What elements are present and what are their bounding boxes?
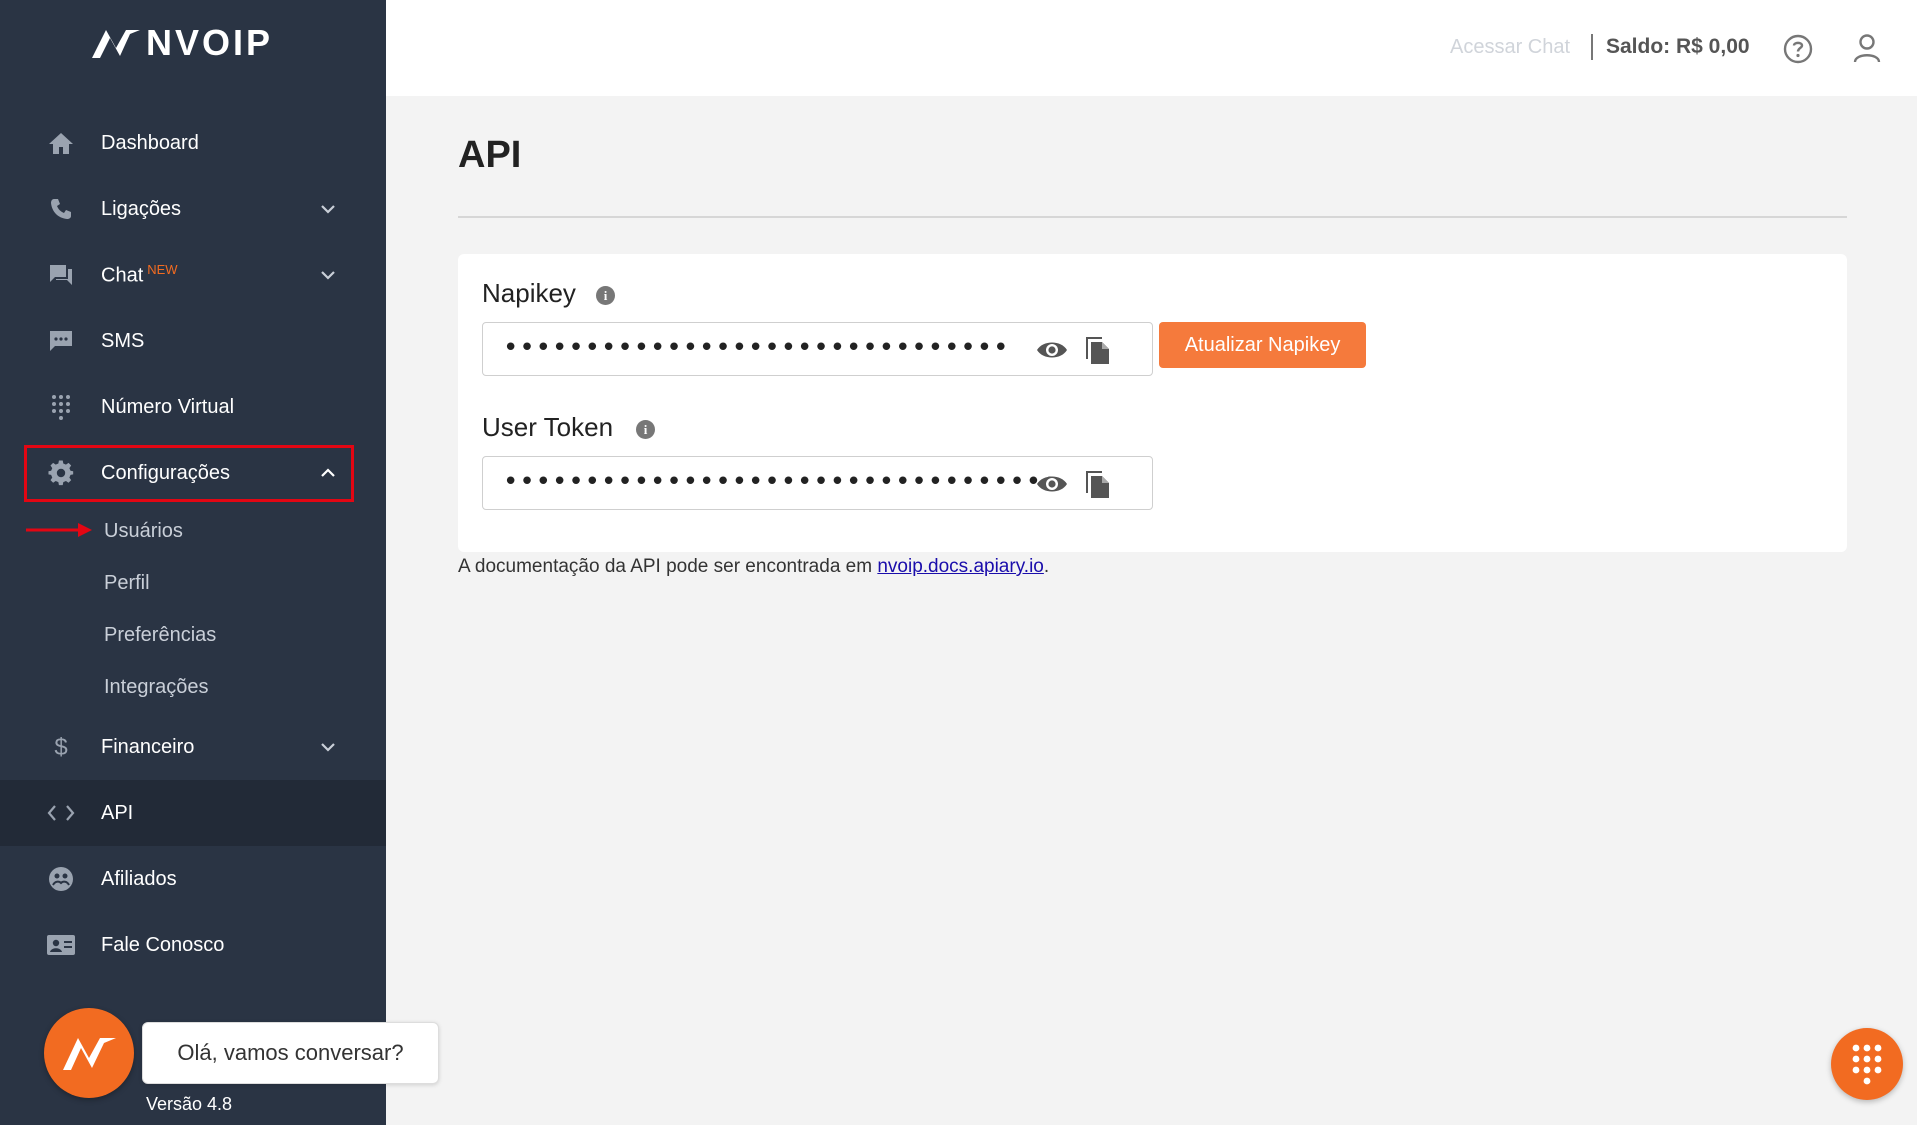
sidebar: NVOIP Dashboard Ligações Chat NEW SMS Nú… xyxy=(0,0,386,1125)
user-token-label: User Token xyxy=(482,412,614,442)
sidebar-item-dashboard[interactable]: Dashboard xyxy=(0,110,386,176)
new-badge: NEW xyxy=(147,262,178,278)
chat-label: Chat xyxy=(101,264,144,287)
sidebar-item-label: Fale Conosco xyxy=(101,933,225,956)
chat-icon xyxy=(46,260,76,290)
sidebar-item-api[interactable]: API xyxy=(0,780,386,846)
copy-icon[interactable] xyxy=(1083,333,1111,365)
nvoip-logo[interactable]: NVOIP xyxy=(90,22,273,64)
dialpad-icon xyxy=(1852,1044,1882,1085)
sidebar-item-financeiro[interactable]: $ Financeiro xyxy=(0,714,386,780)
submenu-item-usuarios[interactable]: Usuários xyxy=(104,520,183,543)
dialpad-icon xyxy=(46,392,76,422)
highlight-annotation-box xyxy=(24,445,354,502)
page-title: API xyxy=(458,134,522,176)
sidebar-item-afiliados[interactable]: Afiliados xyxy=(0,846,386,912)
documentation-link[interactable]: nvoip.docs.apiary.io xyxy=(877,556,1044,577)
submenu-item-perfil[interactable]: Perfil xyxy=(104,572,150,595)
sms-icon xyxy=(46,326,76,356)
chevron-down-icon xyxy=(318,199,338,219)
eye-icon[interactable] xyxy=(1035,471,1069,497)
info-icon[interactable]: i xyxy=(636,420,655,439)
header-divider xyxy=(1591,34,1593,60)
sidebar-item-ligacoes[interactable]: Ligações xyxy=(0,176,386,242)
sidebar-item-label: SMS xyxy=(101,329,145,352)
user-token-field[interactable]: •••••••••••••••••••••••••••••••••• xyxy=(482,456,1153,510)
dialpad-button[interactable] xyxy=(1831,1028,1903,1100)
user-token-value: •••••••••••••••••••••••••••••••••• xyxy=(503,467,1059,497)
chevron-down-icon xyxy=(318,737,338,757)
version-label: Versão 4.8 xyxy=(146,1094,233,1114)
sidebar-item-fale-conosco[interactable]: Fale Conosco xyxy=(0,912,386,978)
chevron-down-icon xyxy=(318,265,338,285)
sidebar-item-sms[interactable]: SMS xyxy=(0,308,386,374)
sidebar-item-label: API xyxy=(101,801,134,824)
update-napikey-button[interactable]: Atualizar Napikey xyxy=(1159,322,1366,368)
home-icon xyxy=(46,128,76,158)
sidebar-item-chat[interactable]: Chat NEW xyxy=(0,242,386,308)
sidebar-item-label: Dashboard xyxy=(101,131,199,154)
copy-icon[interactable] xyxy=(1083,467,1111,499)
doc-prefix: A documentação da API pode ser encontrad… xyxy=(458,556,878,577)
sidebar-item-numero-virtual[interactable]: Número Virtual xyxy=(0,374,386,440)
napikey-field[interactable]: ••••••••••••••••••••••••••••••• xyxy=(482,322,1153,376)
napikey-label: Napikey xyxy=(482,278,576,308)
submenu-item-preferencias[interactable]: Preferências xyxy=(104,624,216,647)
submenu-item-integracoes[interactable]: Integrações xyxy=(104,676,209,699)
chat-widget-button[interactable] xyxy=(44,1008,134,1098)
doc-suffix: . xyxy=(1043,556,1050,577)
sidebar-item-label: Ligações xyxy=(101,197,182,220)
phone-icon xyxy=(46,194,76,224)
sidebar-item-label: Número Virtual xyxy=(101,395,235,418)
affiliates-icon xyxy=(46,864,76,894)
acessar-chat-link[interactable]: Acessar Chat xyxy=(1450,36,1570,59)
api-credentials-card: Napikey i ••••••••••••••••••••••••••••••… xyxy=(458,254,1847,552)
sidebar-item-label: Afiliados xyxy=(101,867,177,890)
contact-card-icon xyxy=(46,930,76,960)
balance-label: Saldo: R$ 0,00 xyxy=(1606,35,1750,58)
help-icon[interactable] xyxy=(1782,33,1814,65)
dollar-icon: $ xyxy=(46,732,76,762)
nvoip-logo-mark-icon xyxy=(63,1038,116,1070)
svg-text:$: $ xyxy=(54,734,67,761)
documentation-note: A documentação da API pode ser encontrad… xyxy=(458,556,1049,578)
eye-icon[interactable] xyxy=(1035,337,1069,363)
brand-name: NVOIP xyxy=(146,22,274,63)
title-divider xyxy=(458,216,1847,218)
sidebar-item-label: Chat NEW xyxy=(101,262,178,288)
user-profile-icon[interactable] xyxy=(1850,31,1884,65)
chat-greeting-bubble[interactable]: Olá, vamos conversar? xyxy=(142,1022,439,1084)
info-icon[interactable]: i xyxy=(596,286,615,305)
red-arrow-annotation-icon xyxy=(26,523,92,537)
code-icon xyxy=(46,798,76,828)
napikey-value: ••••••••••••••••••••••••••••••• xyxy=(503,333,1010,363)
sidebar-item-label: Financeiro xyxy=(101,735,195,758)
nvoip-logo-mark-icon xyxy=(92,30,140,58)
